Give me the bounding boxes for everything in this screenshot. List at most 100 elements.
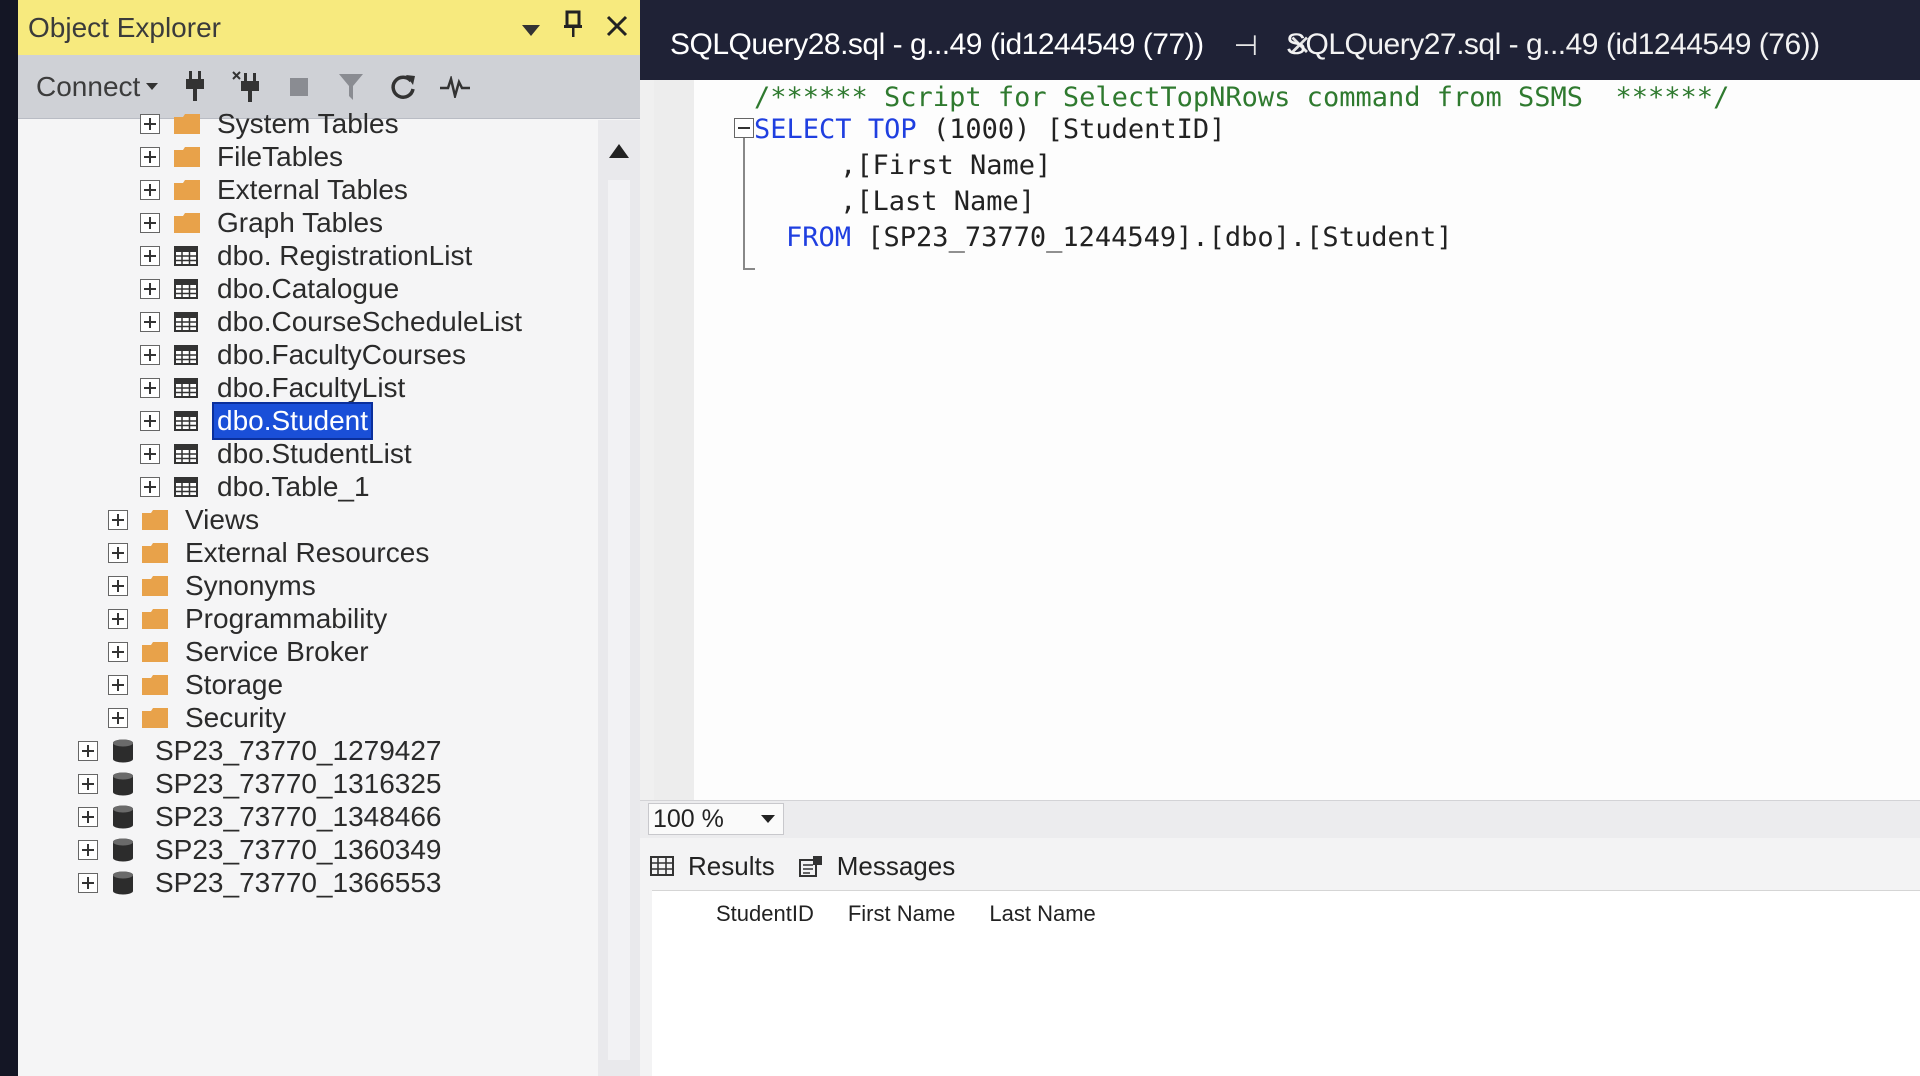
connect-button[interactable]: Connect [36, 70, 159, 103]
code-collapse-icon[interactable] [734, 118, 754, 138]
code-comment-line: /****** Script for SelectTopNRows comman… [754, 82, 1730, 113]
tree-node-label: System Tables [217, 108, 399, 139]
tree-node-external-tables[interactable]: External Tables [140, 172, 411, 208]
expand-icon[interactable] [108, 675, 128, 695]
expand-icon[interactable] [78, 840, 98, 860]
expand-icon[interactable] [108, 510, 128, 530]
tab-pin-icon[interactable]: ⊣ [1234, 29, 1258, 62]
expand-icon[interactable] [78, 741, 98, 761]
tree-node-views[interactable]: Views [108, 502, 262, 538]
tree-node-label: SP23_73770_1316325 [155, 768, 442, 799]
expand-icon[interactable] [78, 807, 98, 827]
tree-node-label: SP23_73770_1279427 [155, 735, 442, 766]
tab-results[interactable]: Results [650, 851, 775, 882]
connect-label: Connect [36, 70, 141, 102]
expand-icon[interactable] [140, 246, 160, 266]
tree-node-security[interactable]: Security [108, 700, 289, 736]
tree-node-synonyms[interactable]: Synonyms [108, 568, 319, 604]
tree-node-sp23-73770-1366553[interactable]: SP23_73770_1366553 [78, 865, 445, 901]
code-line-last-name: ,[Last Name] [840, 186, 1036, 217]
tree-node-dbo-catalogue[interactable]: dbo.Catalogue [140, 271, 402, 307]
tab-sqlquery28[interactable]: SQLQuery28.sql - g...49 (id1244549 (77))… [670, 22, 1312, 68]
tree-node-label: Synonyms [185, 570, 316, 601]
database-icon [112, 772, 140, 796]
tree-scrollbar[interactable] [598, 120, 640, 1076]
disconnect-plug-icon[interactable] [232, 70, 262, 104]
expand-icon[interactable] [140, 477, 160, 497]
window-left-edge [0, 0, 18, 1076]
expand-icon[interactable] [140, 180, 160, 200]
messages-icon [798, 856, 822, 877]
table-icon [174, 343, 202, 367]
refresh-icon[interactable] [388, 70, 418, 104]
expand-icon[interactable] [140, 378, 160, 398]
tree-node-dbo-student[interactable]: dbo.Student [140, 402, 374, 440]
expand-icon[interactable] [140, 312, 160, 332]
tree-node-label: External Resources [185, 537, 430, 568]
expand-icon[interactable] [78, 774, 98, 794]
scrollbar-thumb[interactable] [608, 180, 630, 1060]
expand-icon[interactable] [140, 411, 160, 431]
table-icon [174, 244, 202, 268]
column-header-studentid[interactable]: StudentID [712, 899, 818, 929]
folder-icon [142, 640, 170, 664]
stop-icon[interactable] [284, 70, 314, 104]
folder-icon [174, 112, 202, 136]
table-icon [174, 442, 202, 466]
scroll-up-icon[interactable] [609, 144, 629, 158]
tree-node-dbo-facultycourses[interactable]: dbo.FacultyCourses [140, 337, 469, 373]
fold-guide-end [743, 268, 755, 270]
tree-node-label: dbo.FacultyCourses [217, 339, 467, 370]
tab-label: SQLQuery27.sql - g...49 (id1244549 (76)) [1286, 28, 1820, 61]
tree-node-programmability[interactable]: Programmability [108, 601, 390, 637]
tree-node-label: dbo.FacultyList [217, 372, 406, 403]
expand-icon[interactable] [140, 279, 160, 299]
tree-node-sp23-73770-1348466[interactable]: SP23_73770_1348466 [78, 799, 445, 835]
expand-icon[interactable] [140, 147, 160, 167]
close-icon[interactable] [606, 12, 628, 44]
tree-node-dbo-courseschedulelist[interactable]: dbo.CourseScheduleList [140, 304, 525, 340]
folder-icon [142, 508, 170, 532]
tree-node-label: External Tables [217, 174, 408, 205]
expand-icon[interactable] [108, 609, 128, 629]
tree-node-sp23-73770-1360349[interactable]: SP23_73770_1360349 [78, 832, 445, 868]
activity-monitor-icon[interactable] [440, 70, 471, 104]
database-icon [112, 805, 140, 829]
tree-node-service-broker[interactable]: Service Broker [108, 634, 372, 670]
expand-icon[interactable] [140, 345, 160, 365]
expand-icon[interactable] [78, 873, 98, 893]
tree-node-dbo-studentlist[interactable]: dbo.StudentList [140, 436, 415, 472]
tree-node-external-resources[interactable]: External Resources [108, 535, 432, 571]
window-position-dropdown-icon[interactable] [522, 12, 540, 44]
results-grid[interactable]: StudentID First Name Last Name [652, 890, 1920, 1076]
tree-node-label: dbo.CourseScheduleList [217, 306, 523, 337]
tab-messages[interactable]: Messages [798, 851, 955, 882]
tree-node-sp23-73770-1279427[interactable]: SP23_73770_1279427 [78, 733, 445, 769]
tree-node-filetables[interactable]: FileTables [140, 139, 346, 175]
connect-plug-icon[interactable] [180, 70, 210, 104]
expand-icon[interactable] [140, 444, 160, 464]
tab-sqlquery27[interactable]: SQLQuery27.sql - g...49 (id1244549 (76)) [1286, 22, 1820, 68]
tree-node-sp23-73770-1316325[interactable]: SP23_73770_1316325 [78, 766, 445, 802]
expand-icon[interactable] [108, 576, 128, 596]
expand-icon[interactable] [108, 708, 128, 728]
folder-icon [174, 145, 202, 169]
folder-icon [142, 574, 170, 598]
tree-node-dbo-facultylist[interactable]: dbo.FacultyList [140, 370, 408, 406]
expand-icon[interactable] [108, 642, 128, 662]
column-header-first-name[interactable]: First Name [844, 899, 960, 929]
pin-icon[interactable] [564, 10, 582, 45]
expand-icon[interactable] [140, 213, 160, 233]
tree-node-storage[interactable]: Storage [108, 667, 286, 703]
column-header-last-name[interactable]: Last Name [985, 899, 1099, 929]
tree-node-dbo-registrationlist[interactable]: dbo. RegistrationList [140, 238, 475, 274]
tree-node-system-tables[interactable]: System Tables [140, 106, 402, 142]
tree-node-graph-tables[interactable]: Graph Tables [140, 205, 386, 241]
query-editor[interactable]: /****** Script for SelectTopNRows comman… [654, 80, 1920, 800]
expand-icon[interactable] [140, 114, 160, 134]
expand-icon[interactable] [108, 543, 128, 563]
filter-icon[interactable] [336, 70, 366, 104]
object-explorer-title-bar: Object Explorer [18, 0, 640, 55]
tree-node-dbo-table-1[interactable]: dbo.Table_1 [140, 469, 373, 505]
zoom-dropdown[interactable]: 100 % [648, 803, 784, 835]
